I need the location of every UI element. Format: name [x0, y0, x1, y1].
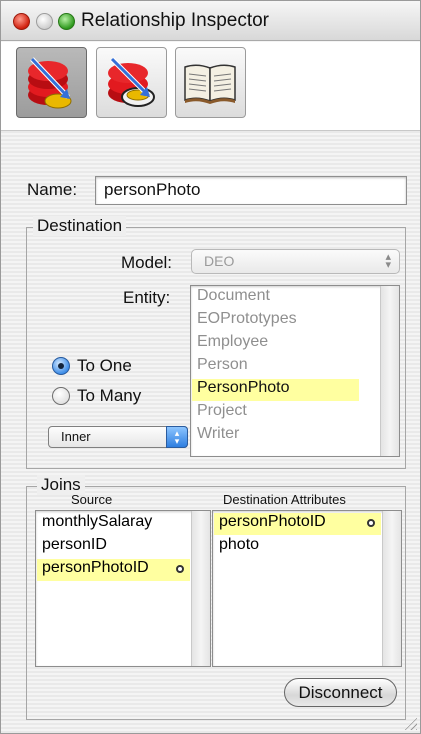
zoom-button[interactable] [58, 13, 75, 30]
documentation-button[interactable] [175, 47, 246, 118]
to-one-radio[interactable] [52, 357, 70, 375]
to-many-label[interactable]: To Many [77, 386, 141, 406]
book-icon [184, 64, 236, 104]
disconnect-button[interactable]: Disconnect [284, 678, 397, 707]
source-item-personid[interactable]: personID [37, 536, 190, 558]
source-item-personphotoid[interactable]: personPhotoID [37, 559, 190, 581]
relationship-icon [28, 57, 72, 109]
model-label: Model: [121, 253, 173, 272]
destination-group-title: Destination [33, 216, 127, 236]
name-field[interactable]: personPhoto [95, 176, 407, 205]
entity-item-personphoto[interactable]: PersonPhoto [192, 379, 359, 401]
source-list-scrollbar[interactable] [191, 511, 210, 666]
join-connector-icon [367, 519, 375, 527]
model-popup[interactable]: DEO ▴ ▾ [191, 249, 400, 274]
destination-item-personphotoid[interactable]: personPhotoID [214, 513, 381, 535]
popup-arrows-icon: ▴ ▾ [385, 251, 391, 271]
entity-item-document[interactable]: Document [192, 287, 359, 309]
name-label: Name: [27, 180, 78, 199]
entity-item-project[interactable]: Project [192, 402, 359, 424]
entity-item-writer[interactable]: Writer [192, 425, 359, 447]
destination-column-header: Destination Attributes [223, 492, 346, 507]
source-item-monthlysalaray[interactable]: monthlySalaray [37, 513, 190, 535]
inspector-toolbar [1, 42, 420, 131]
source-column-header: Source [71, 492, 113, 507]
destination-attributes-list[interactable]: personPhotoID photo [212, 510, 402, 667]
relationship-inspector-button[interactable] [16, 47, 87, 118]
close-button[interactable] [13, 13, 30, 30]
entity-item-person[interactable]: Person [192, 356, 359, 378]
join-type-value: Inner [61, 429, 91, 444]
entity-item-eoprototypes[interactable]: EOPrototypes [192, 310, 359, 332]
destination-item-photo[interactable]: photo [214, 536, 381, 558]
advanced-relationship-icon [108, 57, 155, 107]
window-title: Relationship Inspector [81, 10, 269, 31]
advanced-relationship-button[interactable] [96, 47, 167, 118]
popup-arrows-icon: ▴ ▾ [166, 426, 188, 448]
join-connector-icon [176, 565, 184, 573]
entity-list[interactable]: Document EOPrototypes Employee Person Pe… [190, 285, 400, 457]
join-type-popup[interactable]: Inner ▴ ▾ [48, 426, 188, 448]
model-value: DEO [204, 253, 235, 269]
entity-list-scrollbar[interactable] [380, 286, 399, 456]
entity-item-employee[interactable]: Employee [192, 333, 359, 355]
destination-list-scrollbar[interactable] [382, 511, 401, 666]
entity-label: Entity: [123, 288, 171, 307]
relationship-inspector-window: Relationship Inspector Name: personPhoto… [0, 0, 421, 734]
title-bar[interactable]: Relationship Inspector [1, 1, 420, 41]
to-many-radio[interactable] [52, 387, 70, 405]
to-one-label[interactable]: To One [77, 356, 132, 376]
minimize-button[interactable] [36, 13, 53, 30]
source-attributes-list[interactable]: monthlySalaray personID personPhotoID [35, 510, 211, 667]
